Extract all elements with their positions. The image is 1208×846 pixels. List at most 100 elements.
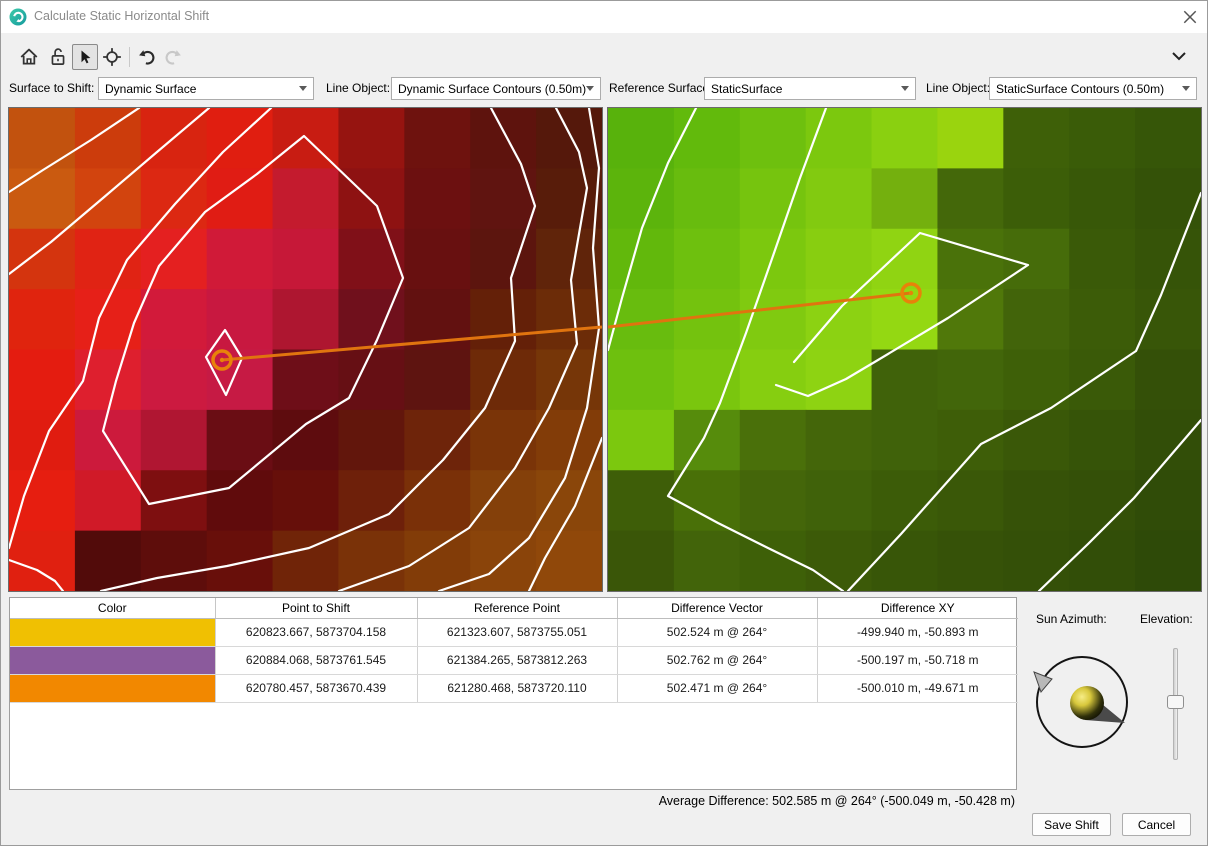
surface-cell [273,168,340,229]
save-shift-button[interactable]: Save Shift [1032,813,1111,836]
reference-surface-label: Reference Surface: [609,81,712,95]
shift-points-table: Color Point to Shift Reference Point Dif… [9,597,1017,790]
surface-cell [536,168,602,229]
surface-cell [273,350,340,411]
azimuth-arrow-handle[interactable] [1034,672,1052,692]
surface-cell [937,470,1004,531]
line-object-left-select[interactable]: Dynamic Surface Contours (0.50m) [391,77,601,100]
surface-cell [9,168,76,229]
surface-cell [536,229,602,290]
dropdown-arrow-icon [1182,86,1190,91]
reference-surface-value: StaticSurface [711,82,782,96]
undo-button[interactable] [133,44,159,70]
surface-cell [1003,289,1070,350]
surface-cell [872,410,939,471]
surface-cell [937,410,1004,471]
surface-cell [1003,229,1070,290]
surface-cell [1069,470,1136,531]
col-header-difference-xy: Difference XY [817,598,1018,618]
surface-cell [404,229,471,290]
surface-cell [141,410,208,471]
surface-cell [207,410,274,471]
home-button[interactable] [16,44,42,70]
surface-cell [75,168,142,229]
surface-cell [1069,531,1136,591]
left-map-svg [9,108,602,591]
surface-cell [75,229,142,290]
surface-cell [1135,289,1201,350]
cancel-button[interactable]: Cancel [1122,813,1191,836]
surface-cell [404,168,471,229]
point-to-shift-cell: 620823.667, 5873704.158 [215,618,417,646]
surface-cell [674,410,741,471]
title-bar: Calculate Static Horizontal Shift [1,1,1207,33]
crosshair-tool-button[interactable] [99,44,125,70]
surface-cell [806,531,873,591]
app-logo-icon [9,8,27,26]
surface-cell [207,168,274,229]
surface-cell [273,470,340,531]
table-row[interactable]: 620780.457, 5873670.439 621280.468, 5873… [10,674,1018,702]
surface-cell [470,289,537,350]
surface-cell [674,108,741,169]
surface-cell [608,410,675,471]
surface-cell [404,410,471,471]
surface-cell [404,350,471,411]
surface-cell [9,108,76,169]
surface-cell [141,289,208,350]
surface-cell [141,350,208,411]
reference-surface-select[interactable]: StaticSurface [704,77,916,100]
toolbar [1,33,1207,76]
static-surface-map[interactable] [608,108,1201,591]
color-swatch [10,619,215,646]
collapse-chevron-icon[interactable] [1171,51,1187,61]
surface-to-shift-select[interactable]: Dynamic Surface [98,77,314,100]
surface-cell [9,410,76,471]
surface-cell [75,350,142,411]
surface-cell [273,410,340,471]
line-object-right-label: Line Object: [926,81,990,95]
sun-azimuth-dial[interactable] [1021,599,1171,789]
surface-cell [872,168,939,229]
reference-point-cell: 621280.468, 5873720.110 [417,674,617,702]
surface-cell [338,410,405,471]
surface-cell [9,289,76,350]
difference-vector-cell: 502.471 m @ 264° [617,674,817,702]
redo-button[interactable] [161,44,187,70]
surface-cell [141,229,208,290]
surface-cell [536,470,602,531]
surface-cell [141,531,208,591]
elevation-slider-thumb[interactable] [1167,695,1184,709]
surface-cell [1003,108,1070,169]
line-object-right-select[interactable]: StaticSurface Contours (0.50m) [989,77,1197,100]
surface-cell [937,531,1004,591]
surface-cell [608,531,675,591]
redo-icon [164,47,184,67]
line-object-left-value: Dynamic Surface Contours (0.50m) [398,82,586,96]
lock-button[interactable] [45,44,71,70]
surface-cell [75,470,142,531]
select-tool-button[interactable] [72,44,98,70]
difference-xy-cell: -499.940 m, -50.893 m [817,618,1018,646]
surface-cell [608,108,675,169]
line-object-right-value: StaticSurface Contours (0.50m) [996,82,1164,96]
dynamic-surface-map[interactable] [9,108,602,591]
dialog-window: Calculate Static Horizontal Shift [0,0,1208,846]
surface-to-shift-label: Surface to Shift: [9,81,94,95]
surface-cell [608,229,675,290]
crosshair-icon [102,47,122,67]
surface-cell [608,350,675,411]
surface-cell [338,350,405,411]
surface-cell [1069,289,1136,350]
surface-cell [1135,470,1201,531]
close-icon[interactable] [1181,9,1199,25]
surface-cell [872,531,939,591]
line-object-left-label: Line Object: [326,81,390,95]
table-row[interactable]: 620823.667, 5873704.158 621323.607, 5873… [10,618,1018,646]
surface-cell [1003,531,1070,591]
surface-cell [1069,168,1136,229]
dropdown-arrow-icon [586,86,594,91]
surface-cell [273,289,340,350]
table-row[interactable]: 620884.068, 5873761.545 621384.265, 5873… [10,646,1018,674]
surface-cell [806,350,873,411]
